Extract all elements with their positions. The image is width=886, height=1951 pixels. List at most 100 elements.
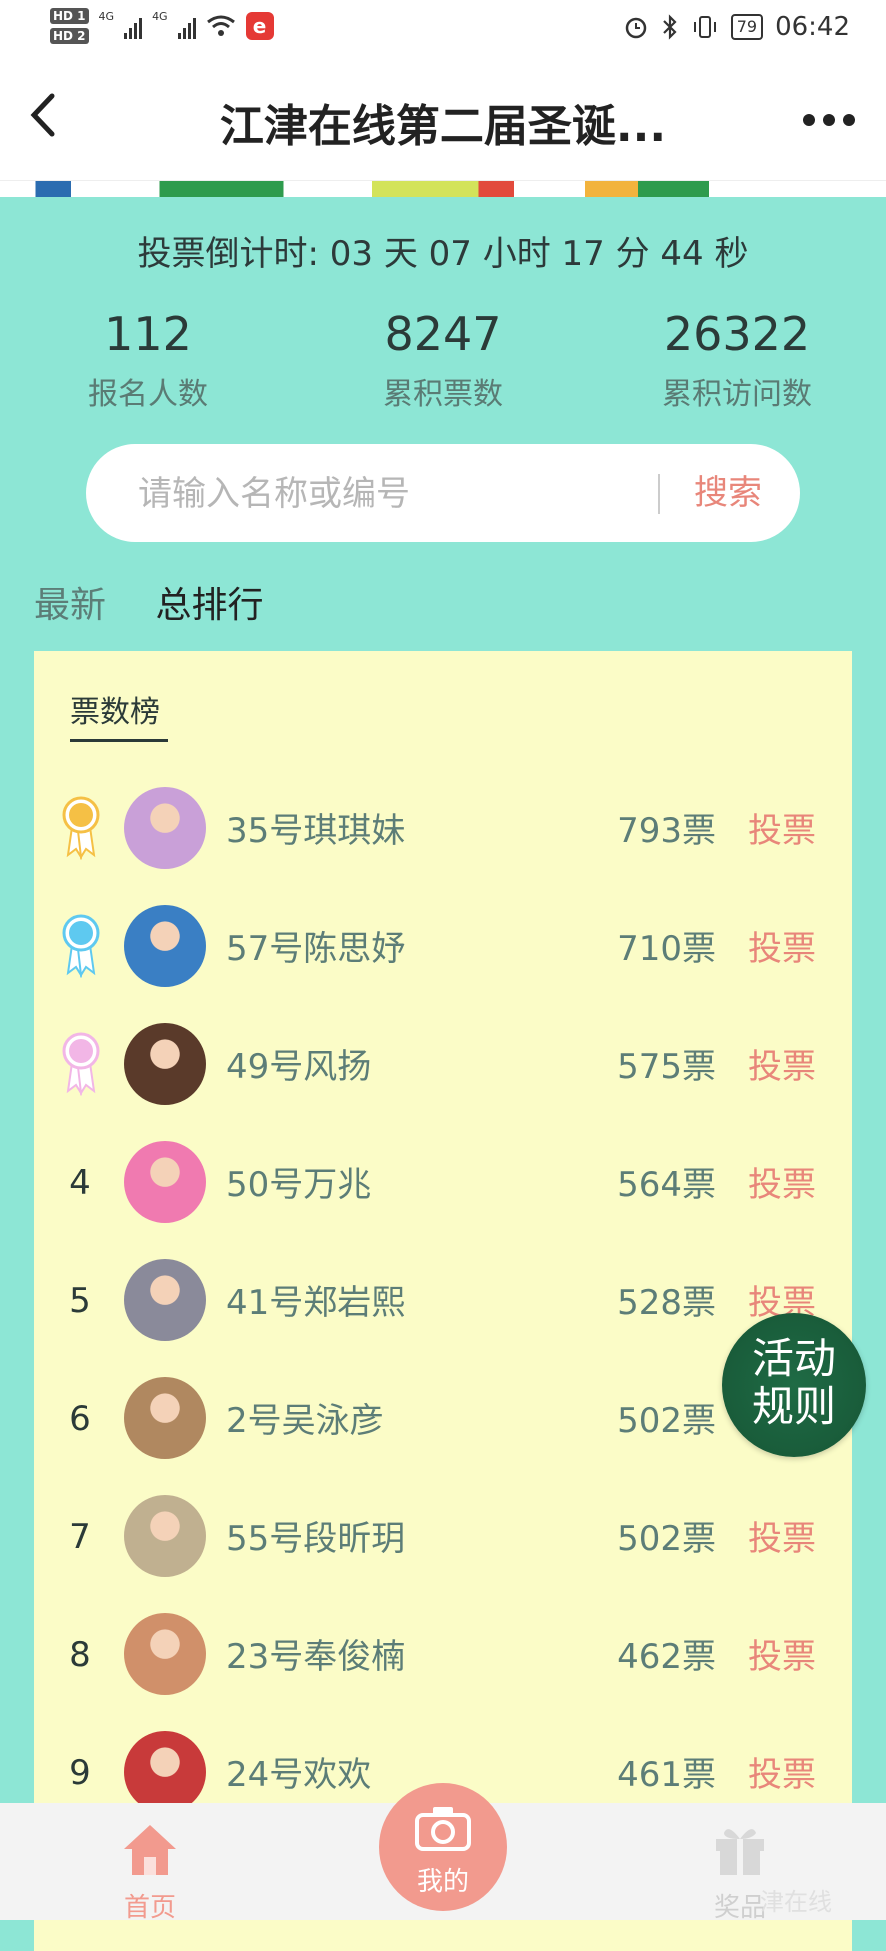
- gift-icon: [716, 1829, 764, 1875]
- vote-count: 502票: [617, 1401, 716, 1441]
- medal-blue-icon: [62, 914, 100, 978]
- clock: 06:42: [775, 12, 850, 42]
- ranking-tabs: 最新 总排行: [34, 576, 301, 628]
- medal-gold-icon: [62, 796, 100, 860]
- ranking-card: 票数榜 35号琪琪妹 793票 投票 57号陈思妤 710票 投票 49号风扬 …: [34, 651, 852, 1951]
- network-type-1: 4G: [98, 9, 115, 23]
- rank-number: 9: [69, 1753, 91, 1793]
- search-divider: [658, 474, 660, 514]
- stat-total-visits: 26322 累积访问数: [607, 305, 867, 413]
- ranking-title: 票数榜: [70, 695, 160, 730]
- page-title: 江津在线第二届圣诞...: [219, 101, 667, 152]
- vote-button[interactable]: 投票: [748, 803, 816, 852]
- vote-countdown: 投票倒计时: 03 天 07 小时 17 分 44 秒: [137, 234, 749, 274]
- navigation-bar: 江津在线第二届圣诞...: [0, 60, 886, 181]
- vote-count: 502票: [617, 1519, 716, 1559]
- ranking-row: 4 50号万兆 564票 投票: [34, 1123, 852, 1241]
- tab-latest[interactable]: 最新: [34, 585, 106, 626]
- hd1-indicator: HD 1: [50, 8, 89, 24]
- vote-button[interactable]: 投票: [748, 1747, 816, 1796]
- contestant-name[interactable]: 49号风扬: [226, 1039, 371, 1088]
- avatar[interactable]: [124, 1141, 206, 1223]
- vote-count: 564票: [617, 1165, 716, 1205]
- vote-count: 793票: [617, 811, 716, 851]
- vote-button[interactable]: 投票: [748, 1157, 816, 1206]
- more-icon: [803, 114, 855, 126]
- stat-label: 报名人数: [88, 377, 208, 412]
- tab-home[interactable]: 首页: [110, 1821, 190, 1924]
- stat-total-votes: 8247 累积票数: [313, 305, 573, 413]
- signal-icon-2: [177, 13, 196, 39]
- avatar[interactable]: [124, 1259, 206, 1341]
- contestant-name[interactable]: 35号琪琪妹: [226, 803, 405, 852]
- vote-button[interactable]: 投票: [748, 921, 816, 970]
- watermark: 津在线: [760, 1888, 832, 1916]
- stat-value: 8247: [384, 307, 502, 361]
- activity-rules-button[interactable]: 活动 规则: [722, 1313, 866, 1457]
- rank-number: 5: [69, 1281, 91, 1321]
- contestant-name[interactable]: 50号万兆: [226, 1157, 371, 1206]
- bluetooth-icon: [662, 14, 677, 40]
- contestant-name[interactable]: 57号陈思妤: [226, 921, 405, 970]
- avatar[interactable]: [124, 1613, 206, 1695]
- tab-home-label: 首页: [123, 1893, 176, 1923]
- vote-count: 710票: [617, 929, 716, 969]
- ranking-row: 7 55号段昕玥 502票 投票: [34, 1477, 852, 1595]
- avatar[interactable]: [124, 905, 206, 987]
- rank-number: 8: [69, 1635, 91, 1675]
- avatar[interactable]: [124, 1495, 206, 1577]
- vote-count: 462票: [617, 1637, 716, 1677]
- vote-count: 575票: [617, 1047, 716, 1087]
- ranking-row: 8 23号奉俊楠 462票 投票: [34, 1595, 852, 1713]
- avatar[interactable]: [124, 1731, 206, 1813]
- stat-label: 累积访问数: [662, 377, 812, 412]
- bottom-tab-bar: 首页 我的 奖品: [0, 1783, 886, 1923]
- search-button[interactable]: 搜索: [678, 464, 778, 522]
- avatar[interactable]: [124, 787, 206, 869]
- contestant-name[interactable]: 24号欢欢: [226, 1747, 371, 1796]
- contestant-name[interactable]: 41号郑岩熙: [226, 1275, 405, 1324]
- alarm-icon: [625, 17, 646, 39]
- camera-icon: [415, 1807, 471, 1851]
- rank-number: 6: [69, 1399, 91, 1439]
- stat-value: 112: [104, 307, 192, 361]
- home-icon: [124, 1825, 176, 1875]
- app-e-icon: e: [245, 12, 274, 40]
- stat-signups: 112 报名人数: [18, 305, 278, 413]
- vote-button[interactable]: 投票: [748, 1511, 816, 1560]
- medal-pink-icon: [62, 1032, 100, 1096]
- ranking-row: 57号陈思妤 710票 投票: [34, 887, 852, 1005]
- battery-indicator: 79: [730, 14, 764, 40]
- avatar[interactable]: [124, 1023, 206, 1105]
- status-bar: HD 1 HD 2 4G 4G e 79 06:42: [0, 0, 886, 60]
- tab-mine-label: 我的: [416, 1867, 469, 1897]
- chevron-left-icon: [30, 93, 55, 137]
- vote-button[interactable]: 投票: [748, 1629, 816, 1678]
- wifi-icon: [206, 15, 235, 36]
- hd2-indicator: HD 2: [50, 28, 89, 44]
- vote-count: 461票: [617, 1755, 716, 1795]
- network-type-2: 4G: [152, 9, 168, 23]
- tab-total-ranking[interactable]: 总排行: [155, 585, 263, 626]
- stat-label: 累积票数: [383, 377, 503, 412]
- search-bar: 搜索: [86, 444, 800, 542]
- title-underline: [70, 739, 168, 742]
- tab-mine[interactable]: 我的: [379, 1783, 507, 1911]
- avatar[interactable]: [124, 1377, 206, 1459]
- vote-button[interactable]: 投票: [748, 1039, 816, 1088]
- vibrate-icon: [693, 16, 716, 38]
- signal-icon: [124, 13, 143, 39]
- rules-line-2: 规则: [751, 1382, 836, 1431]
- rank-number: 4: [69, 1163, 91, 1203]
- contestant-name[interactable]: 23号奉俊楠: [226, 1629, 405, 1678]
- back-button[interactable]: [28, 90, 68, 150]
- search-input[interactable]: [136, 466, 680, 522]
- more-menu-button[interactable]: [802, 94, 856, 140]
- ranking-row: 35号琪琪妹 793票 投票: [34, 769, 852, 887]
- contestant-name[interactable]: 2号吴泳彦: [226, 1393, 384, 1442]
- christmas-banner-image: [0, 181, 886, 197]
- ranking-row: 49号风扬 575票 投票: [34, 1005, 852, 1123]
- stat-value: 26322: [663, 307, 811, 361]
- contestant-name[interactable]: 55号段昕玥: [226, 1511, 405, 1560]
- rank-number: 7: [69, 1517, 91, 1557]
